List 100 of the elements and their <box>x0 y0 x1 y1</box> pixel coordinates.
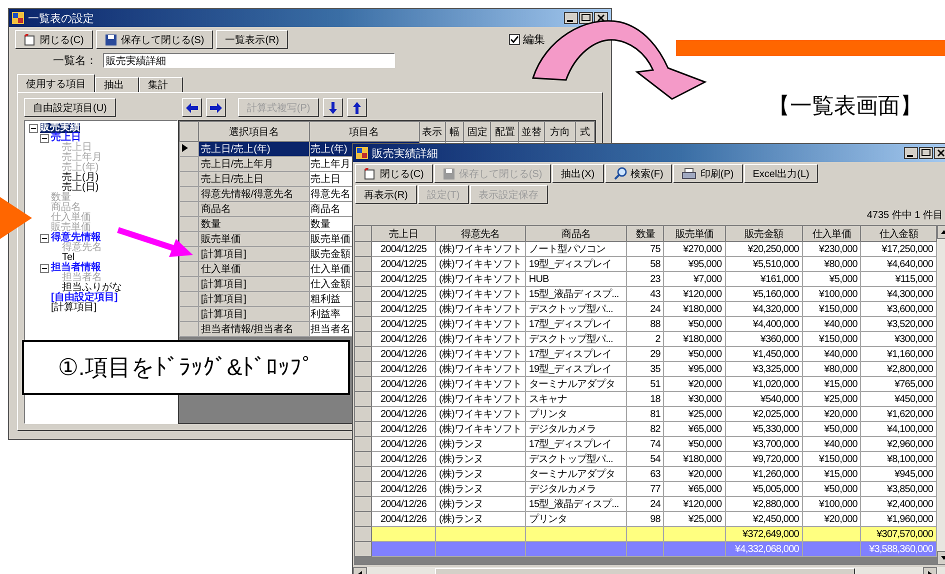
table-cell: ¥40,000 <box>802 436 861 452</box>
tab[interactable]: 集計 <box>139 77 183 92</box>
door-icon <box>24 34 36 46</box>
column-header[interactable]: 固定 <box>464 122 491 142</box>
column-header[interactable]: 売上日 <box>372 226 436 242</box>
screen-heading: 【一覧表画面】 <box>768 92 923 120</box>
row-header[interactable] <box>354 482 372 496</box>
column-header[interactable]: 配置 <box>490 122 519 142</box>
table-cell: ¥180,000 <box>664 452 726 466</box>
row-header[interactable] <box>354 302 372 316</box>
table-cell: 2004/12/26 <box>372 392 436 406</box>
table-cell: ¥1,620,000 <box>860 406 936 422</box>
column-header[interactable]: 幅 <box>445 122 464 142</box>
row-header[interactable] <box>354 376 372 392</box>
table-cell: ¥150,000 <box>802 452 861 466</box>
checkbox[interactable] <box>509 34 520 45</box>
toolbar-button[interactable]: 印刷(P) <box>673 164 743 183</box>
column-header[interactable]: 仕入単価 <box>802 226 861 242</box>
tree-item[interactable]: Tel <box>62 253 75 263</box>
table-cell: デジタルカメラ <box>525 422 627 436</box>
table-cell: (株)ランヌ <box>435 452 526 466</box>
column-header[interactable]: 商品名 <box>525 226 627 242</box>
toolbar-button[interactable]: 閉じる(C) <box>355 164 433 183</box>
list-name-field[interactable]: 販売実績詳細 <box>103 53 395 68</box>
move-left-button[interactable] <box>182 98 202 117</box>
column-header[interactable]: 項目名 <box>309 122 420 142</box>
minimize-button[interactable] <box>564 12 578 24</box>
collapse-icon[interactable] <box>40 134 49 142</box>
row-header[interactable] <box>354 272 372 286</box>
maximize-button[interactable] <box>919 147 933 159</box>
row-header[interactable] <box>354 286 372 302</box>
column-header[interactable]: 表示 <box>419 122 446 142</box>
minimize-button[interactable] <box>904 147 918 159</box>
table-cell: ¥1,020,000 <box>725 376 802 392</box>
toolbar-button[interactable]: 閉じる(C) <box>15 30 93 49</box>
column-header[interactable]: 式 <box>576 122 594 142</box>
column-header[interactable]: 販売金額 <box>725 226 802 242</box>
table-cell: 商品名 <box>198 202 310 216</box>
row-header[interactable] <box>354 422 372 436</box>
toolbar-button[interactable]: 再表示(R) <box>355 185 417 204</box>
move-right-button[interactable] <box>206 98 226 117</box>
row-header[interactable] <box>354 346 372 362</box>
table-cell: 77 <box>626 482 664 496</box>
column-header[interactable]: 選択項目名 <box>198 122 310 142</box>
row-header[interactable] <box>354 392 372 406</box>
column-header[interactable]: 得意先名 <box>435 226 526 242</box>
row-header[interactable] <box>354 332 372 346</box>
toolbar-button[interactable]: 検索(F) <box>604 164 672 183</box>
table-cell: ¥17,250,000 <box>860 242 936 256</box>
toolbar-button[interactable]: 自由設定項目(U) <box>24 98 116 117</box>
move-left-icon <box>184 102 199 114</box>
toolbar-button[interactable]: 抽出(X) <box>552 164 604 183</box>
tree-item[interactable]: 売上(日) <box>62 183 99 193</box>
table-cell: ¥25,000 <box>664 512 726 526</box>
column-header[interactable]: 並替 <box>518 122 545 142</box>
maximize-button[interactable] <box>579 12 593 24</box>
row-header[interactable] <box>354 316 372 332</box>
column-header[interactable]: 方向 <box>544 122 576 142</box>
collapse-icon[interactable] <box>40 234 49 242</box>
table-cell: 2004/12/26 <box>372 482 436 496</box>
tab[interactable]: 使用する項目 <box>17 74 95 92</box>
toolbar-button[interactable]: 保存して閉じる(S) <box>96 30 214 49</box>
tree-item[interactable]: 得意先情報 <box>51 233 101 243</box>
move-up-button[interactable] <box>347 98 368 117</box>
move-down-button[interactable] <box>323 98 344 117</box>
table-cell: [計算項目] <box>198 292 310 306</box>
row-header[interactable] <box>354 242 372 256</box>
tree-item[interactable]: 担当者情報 <box>51 263 101 273</box>
table-cell: 18 <box>626 392 664 406</box>
table-cell: ¥50,000 <box>664 346 726 362</box>
tab[interactable]: 抽出 <box>95 77 139 92</box>
row-header[interactable] <box>354 466 372 482</box>
table-cell: プリンタ <box>525 512 627 526</box>
column-header[interactable]: 販売単価 <box>664 226 726 242</box>
tree-item[interactable]: 売上(月) <box>62 173 99 183</box>
table-cell: 63 <box>626 466 664 482</box>
table-cell: ¥4,640,000 <box>860 256 936 272</box>
table-cell: (株)ワイキキソフト <box>435 242 526 256</box>
tree-item[interactable]: 売上日 <box>51 133 81 143</box>
collapse-icon[interactable] <box>40 264 49 272</box>
table-cell: 17型_ディスプレイ <box>525 346 627 362</box>
row-header[interactable] <box>354 512 372 526</box>
row-header[interactable] <box>354 362 372 376</box>
tree-item[interactable]: [自由設定項目] <box>51 293 118 303</box>
tree-item[interactable]: [計算項目] <box>51 303 97 313</box>
close-button[interactable] <box>934 147 945 159</box>
collapse-icon[interactable] <box>29 124 38 132</box>
toolbar-button[interactable]: Excel出力(L) <box>744 164 818 183</box>
table-cell: ¥2,450,000 <box>725 512 802 526</box>
column-header[interactable]: 数量 <box>626 226 664 242</box>
row-header[interactable] <box>354 406 372 422</box>
row-header[interactable] <box>354 496 372 512</box>
toolbar-button[interactable]: 一覧表示(R) <box>216 30 288 49</box>
door-icon <box>364 168 376 180</box>
row-header[interactable] <box>354 452 372 466</box>
table-cell: ¥3,700,000 <box>725 436 802 452</box>
row-header[interactable] <box>354 436 372 452</box>
table-cell: ¥5,510,000 <box>725 256 802 272</box>
table-cell: [計算項目] <box>198 306 310 322</box>
row-header[interactable] <box>354 256 372 272</box>
